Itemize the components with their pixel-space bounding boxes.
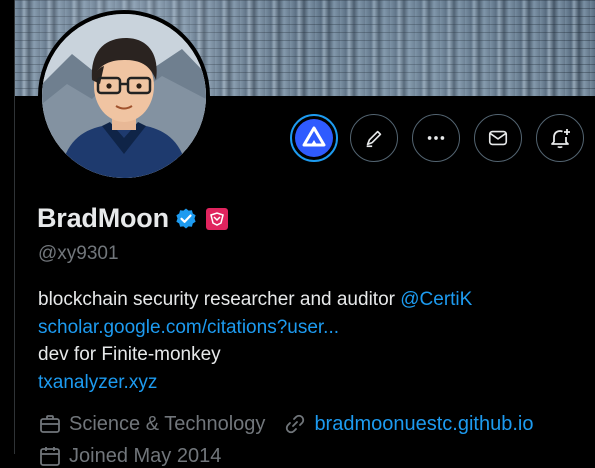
message-icon: [488, 130, 508, 146]
bio-line-3: dev for Finite-monkey: [38, 344, 221, 365]
meta-website[interactable]: bradmoonuestc.github.io: [283, 412, 533, 436]
meta-category-label: Science & Technology: [69, 412, 266, 435]
notifications-button[interactable]: [536, 114, 584, 162]
left-column-border: [0, 0, 15, 454]
meta-joined-label: Joined May 2014: [69, 444, 222, 467]
avatar-illustration: [42, 14, 206, 178]
bio-txanalyzer-link[interactable]: txanalyzer.xyz: [38, 369, 578, 397]
project-logo-icon: [295, 119, 333, 157]
profile-name-row: BradMoon: [37, 203, 228, 234]
affiliate-logo-icon: [209, 211, 224, 226]
calendar-icon: [40, 447, 60, 466]
profile-meta-row: Science & Technology bradmoonuestc.githu…: [38, 412, 551, 436]
bio-text: blockchain security researcher and audit…: [38, 289, 401, 310]
meta-website-link[interactable]: bradmoonuestc.github.io: [314, 413, 533, 436]
profile-meta-row-joined: Joined May 2014: [38, 444, 221, 468]
edit-pen-icon: [366, 130, 382, 148]
more-icon: [427, 136, 445, 140]
profile-name: BradMoon: [37, 203, 169, 233]
project-logo-button[interactable]: [290, 114, 338, 162]
affiliate-badge[interactable]: [205, 207, 228, 230]
profile-bio: blockchain security researcher and audit…: [38, 286, 578, 396]
more-options-button[interactable]: [412, 114, 460, 162]
bio-scholar-link[interactable]: scholar.google.com/citations?user...: [38, 314, 578, 342]
notification-bell-plus-icon: [551, 129, 570, 149]
message-button[interactable]: [474, 114, 522, 162]
avatar[interactable]: [38, 10, 210, 182]
bio-line-1: blockchain security researcher and audit…: [38, 286, 578, 314]
profile-handle: @xy9301: [38, 243, 119, 264]
bio-mention-link[interactable]: @CertiK: [400, 289, 472, 310]
link-icon: [286, 414, 305, 434]
meta-category: Science & Technology: [38, 412, 265, 436]
briefcase-icon: [40, 415, 60, 433]
verified-badge-icon[interactable]: [174, 207, 198, 231]
edit-button[interactable]: [350, 114, 398, 162]
